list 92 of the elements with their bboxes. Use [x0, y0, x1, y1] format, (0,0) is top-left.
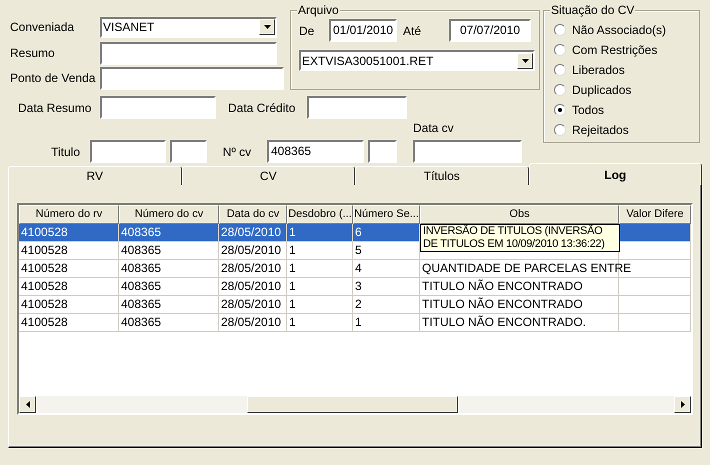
table-row[interactable]: 4100528 408365 28/05/2010 1 2 TITULO NÃO ENCONTRADO	[19, 296, 691, 314]
table-cell-text: TITULO NÃO ENCONTRADO.	[422, 315, 586, 329]
table-cell-text: 28/05/2010	[221, 315, 282, 329]
tab[interactable]: Títulos	[355, 166, 528, 185]
table-cell-text: 28/05/2010	[221, 225, 282, 239]
data-credito-field[interactable]	[307, 96, 407, 119]
table-cell-text: 408365	[121, 279, 162, 293]
scroll-right-button[interactable]	[674, 396, 691, 413]
numero-cv-field[interactable]: 408365	[267, 140, 364, 163]
field-label: Titulo	[50, 144, 81, 161]
titulo-field[interactable]	[90, 140, 166, 163]
data-resumo-field[interactable]	[100, 96, 216, 119]
scroll-left-button[interactable]	[19, 396, 36, 413]
table-row[interactable]: 4100528 408365 28/05/2010 1 1 TITULO NÃO ENCONTRADO.	[19, 314, 691, 332]
table-cell-text: TITULO NÃO ENCONTRADO	[422, 297, 583, 311]
titulo-digit-field[interactable]	[170, 140, 207, 163]
field-label: De	[299, 22, 316, 40]
table-cell-text: 408365	[121, 261, 162, 275]
field-label: Data Crédito	[227, 100, 296, 116]
tab[interactable]: Log	[528, 163, 702, 185]
table-cell-text: 408365	[121, 297, 162, 311]
field-label: Liberados	[572, 62, 625, 78]
scrollbar-thumb[interactable]	[247, 396, 458, 413]
column-header[interactable]: Data do cv	[219, 205, 287, 224]
table-cell-text: 28/05/2010	[221, 297, 282, 311]
column-header[interactable]: Obs	[420, 205, 619, 224]
table-cell-text: 4100528	[21, 297, 68, 311]
table-cell-text: TITULO NÃO ENCONTRADO	[422, 279, 583, 293]
field-label: Ponto de Venda	[10, 70, 96, 87]
column-header[interactable]: Valor Difere	[619, 205, 691, 224]
numero-cv-digit-field[interactable]	[368, 140, 397, 163]
column-header[interactable]: Número do rv	[19, 205, 119, 224]
radio-button[interactable]	[554, 124, 566, 136]
right-arrow-icon	[680, 401, 684, 408]
radio-button[interactable]	[554, 84, 566, 96]
field-label: Não Associado(s)	[572, 22, 666, 38]
table-cell-text: QUANTIDADE DE PARCELAS ENTRE	[422, 261, 632, 275]
field-label: Data cv	[413, 120, 455, 137]
table-cell-text: 5	[355, 243, 362, 257]
table-cell-text: 4	[355, 261, 362, 275]
data-cv-field[interactable]	[413, 140, 522, 163]
tooltip: INVERSÃO DE TITULOS (INVERSÃO DE TITULOS EM 10/09/2010 13:36:22)	[420, 224, 620, 252]
radio-button[interactable]	[554, 104, 566, 116]
ponto-de-venda-field[interactable]	[100, 66, 284, 90]
radio-button[interactable]	[554, 64, 566, 76]
field-label: Nº cv	[222, 144, 252, 161]
table-cell-text: 1	[289, 315, 296, 329]
group-title: Arquivo	[297, 3, 340, 17]
table-cell-text: 408365	[121, 225, 162, 239]
table-cell-text: 1	[289, 243, 296, 257]
field-label: Resumo	[10, 45, 56, 62]
table-cell-text: 4100528	[21, 261, 68, 275]
dropdown-field[interactable]: VISANET	[100, 16, 277, 38]
tab[interactable]: CV	[182, 166, 355, 185]
column-header[interactable]: Número Se...	[353, 205, 420, 224]
left-arrow-icon	[26, 401, 30, 408]
tab[interactable]: RV	[8, 166, 182, 185]
radio-button[interactable]	[554, 44, 566, 56]
column-header[interactable]: Desdobro (...	[287, 205, 353, 224]
field-label: Rejeitados	[572, 122, 629, 138]
table-cell-text: 28/05/2010	[221, 243, 282, 257]
table-cell-text: 4100528	[21, 243, 68, 257]
table-cell-text: 4100528	[21, 279, 68, 293]
table-cell-text: 1	[289, 279, 296, 293]
table-cell-text: 28/05/2010	[221, 279, 282, 293]
table-cell-text: 28/05/2010	[221, 261, 282, 275]
table-cell-text: 1	[289, 297, 296, 311]
radio-button[interactable]	[554, 24, 566, 36]
field-label: Conveniada	[10, 19, 76, 36]
table-cell-text: 4100528	[21, 315, 68, 329]
field-label: Duplicados	[572, 82, 632, 98]
table-cell-text: 2	[355, 297, 362, 311]
table-cell-text: 1	[289, 261, 296, 275]
table-row[interactable]: 4100528 408365 28/05/2010 1 4 QUANTIDADE DE PARCELAS ENTRE	[19, 260, 691, 278]
table-cell-text: 408365	[121, 315, 162, 329]
table-row[interactable]: 4100528 408365 28/05/2010 1 3 TITULO NÃO ENCONTRADO	[19, 278, 691, 296]
field-label: Data Resumo	[17, 100, 92, 116]
table-cell-text: 6	[355, 225, 362, 239]
group-title: Situação do CV	[550, 3, 636, 17]
column-header[interactable]: Número do cv	[119, 205, 219, 224]
table-cell-text: 4100528	[21, 225, 68, 239]
date-field[interactable]: 07/07/2010	[449, 19, 531, 42]
field-label: Até	[402, 22, 422, 40]
table-cell-text: 3	[355, 279, 362, 293]
dropdown-field[interactable]: EXTVISA30051001.RET	[299, 50, 535, 71]
field-label: Todos	[572, 102, 604, 118]
date-field[interactable]: 01/01/2010	[329, 19, 397, 42]
table-cell-text: 1	[289, 225, 296, 239]
table-cell-text: 1	[355, 315, 362, 329]
table-cell-text: 408365	[121, 243, 162, 257]
field-label: Com Restrições	[572, 42, 658, 58]
resumo-field[interactable]	[100, 42, 277, 64]
